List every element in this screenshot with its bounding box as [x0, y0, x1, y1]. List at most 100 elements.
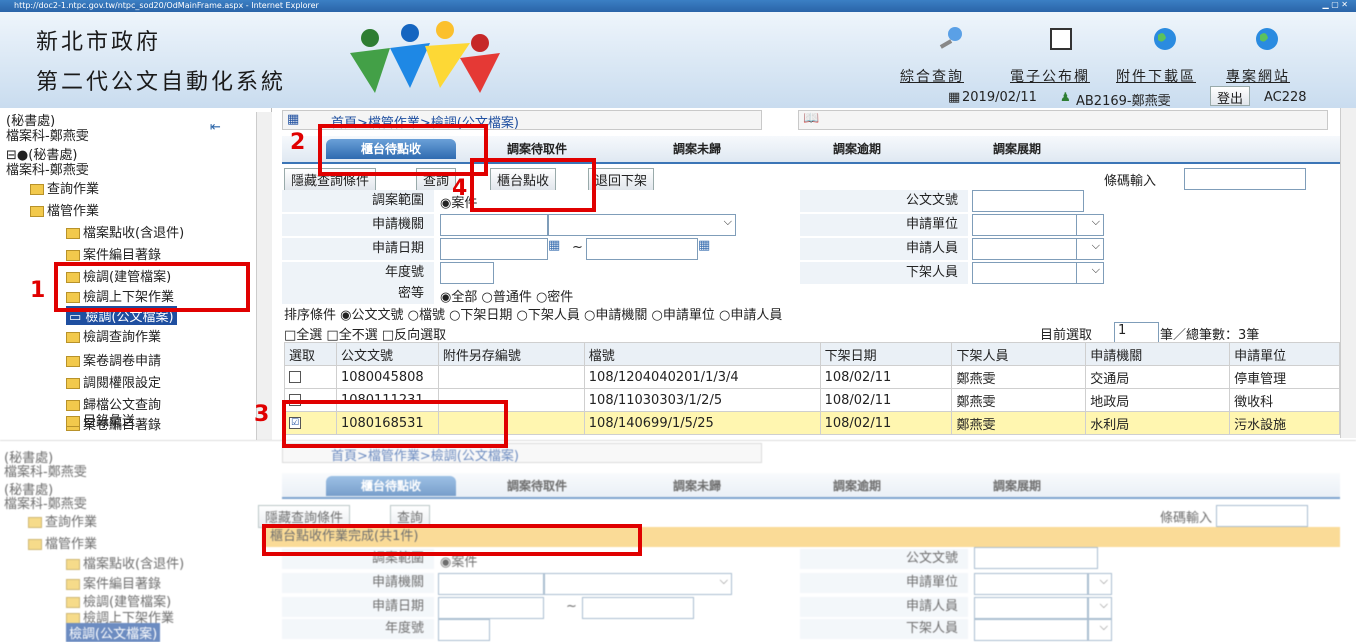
count-input[interactable]: 1: [1114, 322, 1159, 344]
project-site-globe-icon[interactable]: [1254, 26, 1280, 52]
brand-subtitle: 第二代公文自動化系統: [36, 70, 287, 95]
cell-att: [437, 365, 585, 389]
link-project-site[interactable]: 專案網站: [1226, 66, 1290, 86]
link-general-query[interactable]: 綜合查詢: [900, 66, 964, 86]
doc-no-input[interactable]: [974, 547, 1098, 569]
req-date-from[interactable]: [440, 238, 548, 260]
col-req-org[interactable]: 申請機關: [1085, 342, 1231, 366]
calendar-icon[interactable]: ▦: [698, 238, 710, 253]
tree-item-catalog[interactable]: 案件編目著錄: [66, 244, 161, 263]
col-select[interactable]: 選取: [284, 342, 337, 366]
off-person-label: 下架人員: [800, 619, 968, 639]
cell-person: 鄭燕雯: [951, 388, 1087, 412]
cell-org: 水利局: [1085, 411, 1231, 435]
tree-item-perm[interactable]: 調閱權限設定: [66, 372, 161, 391]
select-options[interactable]: □全選 □全不選 □反向選取: [284, 324, 446, 343]
off-person-input[interactable]: [974, 619, 1088, 641]
req-unit-select[interactable]: [1088, 573, 1112, 595]
cell-person: 鄭燕雯: [951, 411, 1087, 435]
tab-await-pickup[interactable]: 調案待取件: [482, 476, 592, 496]
tab-counter-pending[interactable]: 櫃台待點收: [326, 476, 456, 496]
off-person-input[interactable]: [972, 262, 1078, 284]
col-off-person[interactable]: 下架人員: [951, 342, 1087, 366]
tree-scrollbar[interactable]: [256, 112, 272, 440]
tree-item-file-mgmt[interactable]: 檔管作業: [28, 533, 97, 552]
req-date-to[interactable]: [582, 597, 694, 619]
req-org-select[interactable]: [544, 573, 732, 595]
col-off-date[interactable]: 下架日期: [819, 342, 953, 366]
main-scrollbar[interactable]: [1340, 108, 1356, 438]
download-globe-icon[interactable]: [1152, 26, 1178, 52]
req-unit-label: 申請單位: [800, 214, 968, 236]
bulletin-board-icon[interactable]: [1048, 26, 1074, 52]
year-no-input[interactable]: [440, 262, 494, 284]
col-attach[interactable]: 附件另存編號: [437, 342, 585, 366]
tree-item-query[interactable]: 查詢作業: [28, 511, 97, 530]
link-bulletin[interactable]: 電子公布欄: [1010, 66, 1090, 86]
req-person-select[interactable]: [1088, 597, 1112, 619]
req-unit-select[interactable]: [1076, 214, 1104, 236]
calendar-icon[interactable]: ▦: [548, 238, 560, 253]
annotation-number-3: 3: [254, 402, 270, 427]
table-row[interactable]: 1080045808 108/1204040201/1/3/4 108/02/1…: [284, 365, 1340, 389]
req-org-code-input[interactable]: [440, 214, 548, 236]
tree-item-search[interactable]: 檢調查詢作業: [66, 326, 161, 345]
col-file-no[interactable]: 檔號: [583, 342, 821, 366]
annotation-number-4: 4: [452, 176, 468, 201]
req-unit-input[interactable]: [972, 214, 1078, 236]
window-controls[interactable]: ▁ ▢ ✕: [1323, 0, 1349, 12]
off-person-select[interactable]: [1088, 619, 1112, 641]
sort-options[interactable]: 排序條件 ◉公文文號 ○檔號 ○下架日期 ○下架人員 ○申請機關 ○申請單位 ○…: [284, 304, 782, 323]
req-org-label: 申請機關: [282, 214, 434, 236]
tab-await-pickup[interactable]: 調案待取件: [482, 139, 592, 159]
cell-unit: 停車管理: [1229, 365, 1340, 389]
tree-item-receive[interactable]: 檔案點收(含退件): [66, 222, 184, 241]
tree-item-dir[interactable]: 目錄彙送: [66, 410, 135, 429]
tab-overdue[interactable]: 調案逾期: [802, 476, 912, 496]
link-attachment-download[interactable]: 附件下載區: [1116, 66, 1196, 86]
page-icon: ▭: [69, 310, 86, 325]
tree-item-catalog[interactable]: 案件編目著錄: [66, 573, 161, 592]
tab-overdue[interactable]: 調案逾期: [802, 139, 912, 159]
tree-root-sub: 檔案科-鄭燕雯: [6, 163, 89, 178]
doc-no-input[interactable]: [972, 190, 1084, 212]
tree-item-file-mgmt[interactable]: 檔管作業: [30, 200, 99, 219]
req-date-label: 申請日期: [282, 597, 434, 617]
secret-radio[interactable]: ◉全部 ○普通件 ○密件: [440, 286, 573, 305]
req-person-select[interactable]: [1076, 238, 1104, 260]
tab-not-returned[interactable]: 調案未歸: [642, 139, 752, 159]
col-doc-no[interactable]: 公文文號: [335, 342, 439, 366]
tree-item-apply[interactable]: 案卷調卷申請: [66, 350, 161, 369]
barcode-input[interactable]: [1216, 505, 1308, 527]
req-person-input[interactable]: [974, 597, 1088, 619]
col-req-unit[interactable]: 申請單位: [1229, 342, 1340, 366]
req-org-code-input[interactable]: [438, 573, 544, 595]
book-icon[interactable]: 📖: [803, 111, 819, 126]
off-person-select[interactable]: [1076, 262, 1104, 284]
req-date-to[interactable]: [586, 238, 698, 260]
barcode-input[interactable]: [1184, 168, 1306, 190]
tab-extended[interactable]: 調案展期: [962, 476, 1072, 496]
row-checkbox[interactable]: [289, 371, 301, 383]
cell-org: 交通局: [1085, 365, 1231, 389]
logout-button[interactable]: 登出: [1210, 86, 1251, 107]
collapse-icon[interactable]: ⇤: [210, 120, 221, 135]
user-icon: ♟: [1060, 90, 1071, 104]
tab-extended[interactable]: 調案展期: [962, 139, 1072, 159]
cell-date: 108/02/11: [819, 365, 953, 389]
req-org-select[interactable]: [548, 214, 736, 236]
tree-item-query[interactable]: 查詢作業: [30, 178, 99, 197]
cell-file: 108/140699/1/5/25: [583, 411, 821, 435]
book-bar: 📖: [798, 110, 1328, 130]
tree-user: 檔案科-鄭燕雯: [6, 129, 89, 144]
req-date-from[interactable]: [438, 597, 544, 619]
req-person-input[interactable]: [972, 238, 1078, 260]
tree-item-receive[interactable]: 檔案點收(含退件): [66, 553, 184, 572]
off-person-label: 下架人員: [800, 262, 968, 284]
search-query-icon[interactable]: [938, 26, 964, 52]
req-unit-input[interactable]: [974, 573, 1088, 595]
tab-not-returned[interactable]: 調案未歸: [642, 476, 752, 496]
tree-item-doc-archive[interactable]: 檢調(公文檔案): [66, 623, 161, 642]
return-shelf-button[interactable]: 退回下架: [588, 168, 655, 191]
year-no-input[interactable]: [438, 619, 490, 641]
